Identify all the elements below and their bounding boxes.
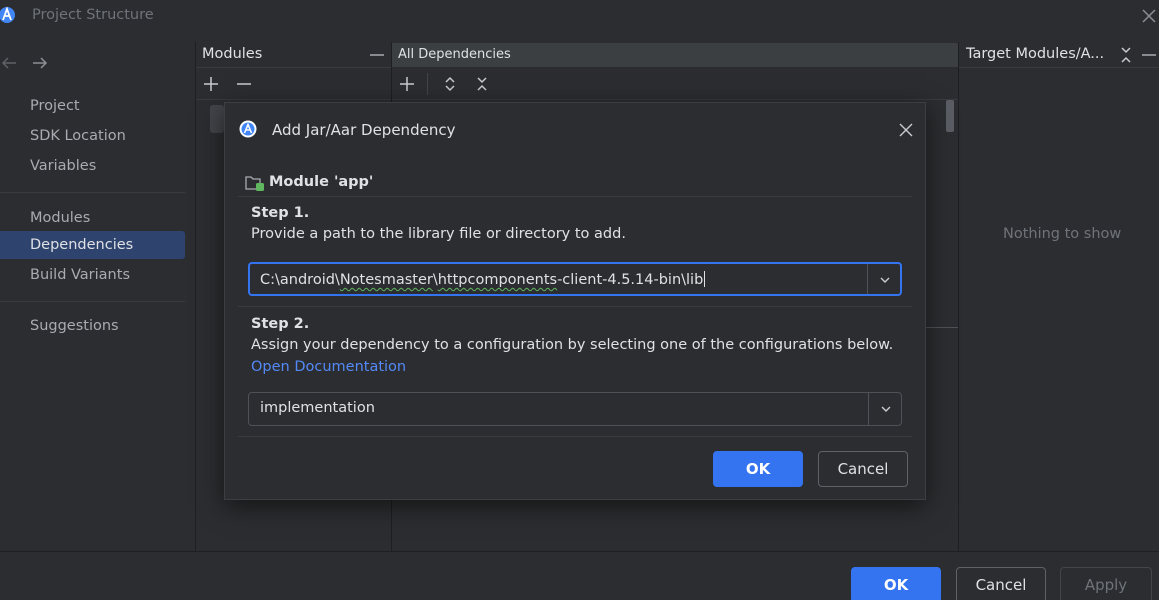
android-studio-logo-icon — [0, 6, 15, 23]
step1-title: Step 1. — [251, 205, 310, 221]
section-separator — [238, 436, 912, 437]
dependencies-split-line — [926, 327, 958, 328]
combobox-divider — [868, 393, 869, 425]
target-modules-panel — [958, 42, 1159, 552]
nav-item-dependencies[interactable]: Dependencies — [0, 231, 185, 259]
nav-separator — [0, 301, 185, 302]
minimize-target-panel-icon[interactable] — [1140, 46, 1158, 64]
nav-item-build-variants[interactable]: Build Variants — [0, 261, 185, 289]
nav-item-suggestions[interactable]: Suggestions — [0, 312, 185, 340]
nav-item-sdk-location[interactable]: SDK Location — [0, 122, 185, 150]
module-name-label: Module 'app' — [269, 174, 374, 190]
chevron-down-icon[interactable] — [879, 274, 891, 286]
nav-item-variables[interactable]: Variables — [0, 152, 185, 180]
library-path-input[interactable]: C:\android\Notesmaster\httpcomponents-cl… — [260, 271, 706, 288]
dependencies-panel-title: All Dependencies — [398, 47, 511, 62]
library-path-combobox[interactable]: C:\android\Notesmaster\httpcomponents-cl… — [248, 262, 902, 296]
footer-separator — [0, 551, 1159, 552]
step2-title: Step 2. — [251, 316, 310, 332]
window-close-icon[interactable] — [1141, 8, 1157, 24]
apply-button[interactable]: Apply — [1060, 567, 1152, 600]
collapse-target-icon[interactable] — [1117, 46, 1135, 64]
nav-item-modules[interactable]: Modules — [0, 204, 185, 232]
section-separator — [238, 306, 912, 307]
add-jar-dependency-dialog — [224, 102, 926, 500]
configuration-combobox[interactable]: implementation — [248, 392, 902, 426]
target-header-separator — [959, 67, 1159, 68]
android-studio-logo-icon — [239, 120, 257, 138]
cancel-button[interactable]: Cancel — [956, 567, 1046, 600]
modules-panel-title: Modules — [202, 46, 263, 62]
step1-description: Provide a path to the library file or di… — [251, 226, 626, 242]
modules-toolbar-separator — [196, 99, 391, 100]
forward-arrow-icon[interactable] — [30, 53, 50, 73]
target-empty-text: Nothing to show — [1003, 226, 1122, 242]
toolbar-divider — [427, 73, 428, 95]
remove-module-icon[interactable] — [235, 75, 253, 93]
modules-header-separator — [196, 67, 391, 68]
step2-description: Assign your dependency to a configuratio… — [251, 337, 894, 353]
ok-button[interactable]: OK — [851, 567, 941, 600]
dialog-cancel-button[interactable]: Cancel — [818, 451, 908, 487]
collapse-all-icon[interactable] — [473, 75, 491, 93]
dialog-ok-button[interactable]: OK — [713, 451, 803, 487]
module-folder-icon — [245, 176, 264, 191]
title-bar — [0, 0, 1159, 33]
chevron-down-icon[interactable] — [880, 403, 892, 415]
add-module-icon[interactable] — [202, 75, 220, 93]
add-dependency-icon[interactable] — [398, 75, 416, 93]
back-arrow-icon[interactable] — [0, 53, 20, 73]
configuration-value: implementation — [260, 400, 375, 416]
module-list-selection[interactable] — [210, 105, 224, 133]
open-documentation-link[interactable]: Open Documentation — [251, 359, 406, 375]
nav-item-project[interactable]: Project — [0, 92, 185, 120]
dependencies-toolbar-separator — [392, 99, 958, 100]
combobox-divider — [867, 264, 868, 294]
minimize-panel-icon[interactable] — [368, 46, 386, 64]
nav-separator — [0, 192, 185, 193]
dialog-close-icon[interactable] — [899, 123, 913, 137]
dialog-title: Add Jar/Aar Dependency — [272, 121, 456, 139]
target-panel-title: Target Modules/A... — [966, 46, 1105, 62]
section-separator — [238, 196, 912, 197]
window-title: Project Structure — [32, 7, 154, 23]
expand-all-icon[interactable] — [441, 75, 459, 93]
dependencies-scrollbar[interactable] — [946, 100, 954, 132]
